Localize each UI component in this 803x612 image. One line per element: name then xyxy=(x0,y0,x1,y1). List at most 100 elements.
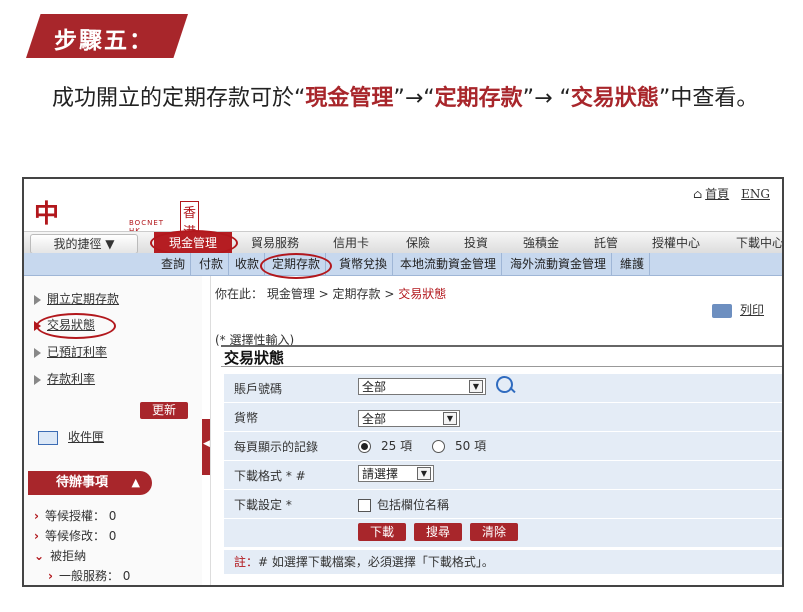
todo-title: 待辦事項 xyxy=(56,475,109,490)
download-format-row: 下載格式 * # 請選擇 ▼ xyxy=(224,461,782,490)
arrow-right-icon xyxy=(34,374,41,385)
collapse-left-icon: ◀ xyxy=(203,439,210,449)
inbox-link[interactable]: 收件匣 xyxy=(38,428,104,445)
sub-tab-bar: 查詢 付款 收款 定期存款 貨幣兌換 本地流動資金管理 海外流動資金管理 維護 xyxy=(24,253,782,276)
language-link[interactable]: ENG xyxy=(741,187,770,201)
download-setting-label: 下載設定 * xyxy=(234,498,292,512)
sidebar-item-transaction-status[interactable]: 交易狀態 xyxy=(34,316,95,333)
tab-cash-management[interactable]: 現金管理 xyxy=(154,232,232,254)
checkbox-label: 包括欄位名稱 xyxy=(377,498,450,512)
currency-row: 貨幣 全部 ▼ xyxy=(224,403,782,432)
tab-custody[interactable]: 託管 xyxy=(586,232,626,254)
sidebar-collapse-handle[interactable]: ◀ xyxy=(202,419,210,475)
tab-investment[interactable]: 投資 xyxy=(456,232,496,254)
download-format-select[interactable]: 請選擇 ▼ xyxy=(358,465,434,482)
account-row: 賬戶號碼 全部 ▼ xyxy=(224,374,782,403)
step-label: 步驟五： xyxy=(54,28,154,54)
currency-select-value: 全部 xyxy=(362,412,387,426)
printer-icon xyxy=(712,303,732,318)
top-links: ⌂ 首頁 ENG xyxy=(693,185,782,202)
radio-25-label: 25 項 xyxy=(381,439,413,453)
breadcrumb: 你在此： 現金管理 > 定期存款 > 交易狀態 xyxy=(215,285,446,302)
instruction-suffix: ”中查看。 xyxy=(658,86,759,111)
currency-select[interactable]: 全部 ▼ xyxy=(358,410,460,427)
include-field-names-checkbox[interactable]: 包括欄位名稱 xyxy=(358,496,449,513)
radio-unselected-icon xyxy=(432,440,445,453)
tab-trade-services[interactable]: 貿易服務 xyxy=(244,232,306,254)
subtab-local-liquidity[interactable]: 本地流動資金管理 xyxy=(395,253,503,275)
sidebar-item-booked-rates[interactable]: 已預訂利率 xyxy=(34,343,107,360)
chevron-down-icon: ▼ xyxy=(417,467,431,480)
instruction-keyword-status: 交易狀態 xyxy=(570,86,659,111)
chevron-right-icon: › xyxy=(34,529,39,543)
instruction-arrow-2: ”→ “ xyxy=(522,86,571,111)
chevron-right-icon: › xyxy=(48,569,53,583)
chevron-down-icon: ▼ xyxy=(469,380,483,393)
instruction-keyword-deposit: 定期存款 xyxy=(434,86,523,111)
chevron-down-icon: ▼ xyxy=(443,412,457,425)
subtab-enquiry[interactable]: 查詢 xyxy=(156,253,192,275)
home-link[interactable]: 首頁 xyxy=(705,187,729,201)
arrow-right-icon xyxy=(34,294,41,305)
checkbox-icon xyxy=(358,499,371,512)
subtab-time-deposit[interactable]: 定期存款 xyxy=(267,253,327,275)
todo-count: 0 xyxy=(108,509,117,523)
currency-label: 貨幣 xyxy=(234,411,259,425)
records-per-page-label: 每頁顯示的記錄 xyxy=(234,440,319,454)
sidebar-item-label: 已預訂利率 xyxy=(47,345,108,359)
instruction-text: 成功開立的定期存款可於“現金管理”→“定期存款”→ “交易狀態”中查看。 xyxy=(52,80,792,118)
inbox-label: 收件匣 xyxy=(68,430,105,444)
print-label: 列印 xyxy=(740,303,765,317)
sidebar-item-label: 開立定期存款 xyxy=(47,292,120,306)
chevron-down-icon: ⌄ xyxy=(34,549,45,563)
subtab-receipt[interactable]: 收款 xyxy=(230,253,266,275)
arrow-right-icon xyxy=(34,347,41,358)
search-icon[interactable] xyxy=(496,376,513,393)
main-tab-bar: 我的捷徑 ▼ 現金管理 貿易服務 信用卡 保險 投資 強積金 託管 授權中心 下… xyxy=(24,231,782,254)
radio-50[interactable]: 50 項 xyxy=(432,437,486,454)
todo-item-general-service[interactable]: › 一般服務： 0 xyxy=(48,567,130,584)
radio-25[interactable]: 25 項 xyxy=(358,437,412,454)
account-select[interactable]: 全部 ▼ xyxy=(358,378,486,395)
instruction-prefix: 成功開立的定期存款可於“ xyxy=(52,86,306,111)
print-link[interactable]: 列印 xyxy=(712,301,764,318)
transaction-status-form: 交易狀態 賬戶號碼 全部 ▼ 貨幣 全部 ▼ 每頁顯示的記錄 25 項 50 項 下… xyxy=(221,345,782,585)
search-button[interactable]: 搜尋 xyxy=(414,523,462,541)
todo-count: 0 xyxy=(122,569,131,583)
download-note: 註：# 如選擇下載檔案，必須選擇「下載格式」。 xyxy=(224,550,782,574)
subtab-fx[interactable]: 貨幣兌換 xyxy=(334,253,394,275)
todo-header[interactable]: 待辦事項 ▲ xyxy=(28,471,152,495)
subtab-payment[interactable]: 付款 xyxy=(194,253,230,275)
todo-item-rejected[interactable]: ⌄ 被拒納 xyxy=(34,547,86,564)
subtab-overseas-liquidity[interactable]: 海外流動資金管理 xyxy=(505,253,613,275)
download-format-value: 請選擇 xyxy=(362,467,399,481)
update-button[interactable]: 更新 xyxy=(140,402,188,419)
form-title: 交易狀態 xyxy=(221,345,782,367)
action-buttons-row: 下載 搜尋 清除 xyxy=(224,519,782,548)
todo-item-pending-modify[interactable]: › 等候修改： 0 xyxy=(34,527,116,544)
my-links-dropdown[interactable]: 我的捷徑 ▼ xyxy=(30,234,138,254)
clear-button[interactable]: 清除 xyxy=(470,523,518,541)
todo-label: 等候授權： xyxy=(44,509,105,523)
subtab-maintenance[interactable]: 維護 xyxy=(615,253,651,275)
todo-label: 等候修改： xyxy=(44,529,105,543)
records-per-page-row: 每頁顯示的記錄 25 項 50 項 xyxy=(224,432,782,461)
download-button[interactable]: 下載 xyxy=(358,523,406,541)
sidebar-item-label: 存款利率 xyxy=(47,372,96,386)
breadcrumb-current: 交易狀態 xyxy=(398,287,447,301)
sidebar-item-deposit-rates[interactable]: 存款利率 xyxy=(34,370,95,387)
tab-insurance[interactable]: 保險 xyxy=(398,232,438,254)
sidebar-item-open-deposit[interactable]: 開立定期存款 xyxy=(34,290,119,307)
tab-download-center[interactable]: 下載中心 xyxy=(730,232,782,254)
sidebar-divider xyxy=(210,276,211,585)
download-setting-row: 下載設定 * 包括欄位名稱 xyxy=(224,490,782,519)
tab-mpf[interactable]: 強積金 xyxy=(516,232,566,254)
radio-50-label: 50 項 xyxy=(455,439,487,453)
todo-item-pending-auth[interactable]: › 等候授權： 0 xyxy=(34,507,116,524)
note-prefix: 註： xyxy=(234,555,259,569)
tab-authorization-center[interactable]: 授權中心 xyxy=(644,232,708,254)
tab-credit-card[interactable]: 信用卡 xyxy=(326,232,376,254)
radio-selected-icon xyxy=(358,440,371,453)
instruction-arrow-1: ”→“ xyxy=(393,86,435,111)
arrow-right-icon xyxy=(34,320,41,331)
